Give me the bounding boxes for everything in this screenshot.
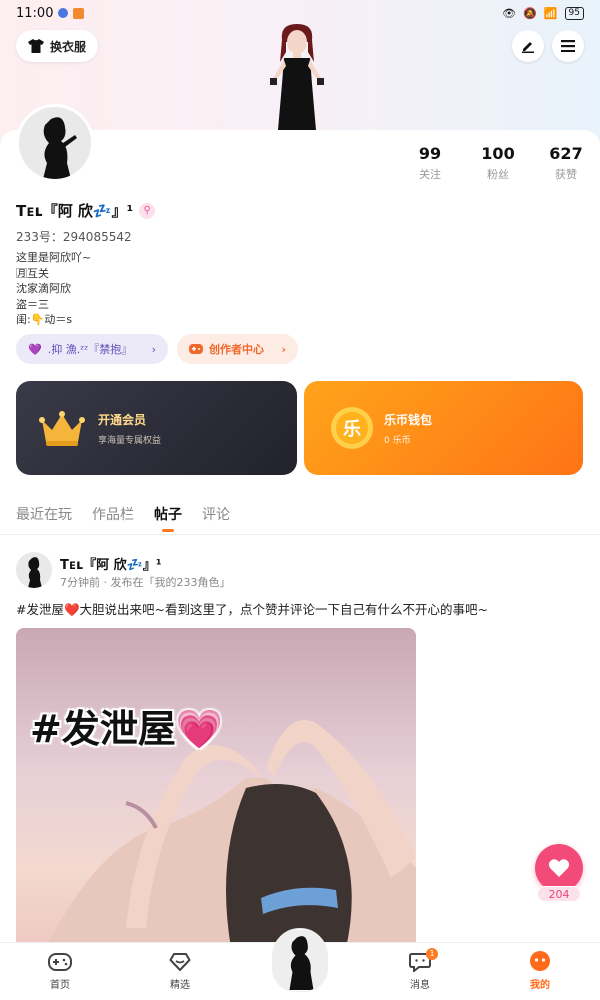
change-outfit-label: 换衣服 (50, 39, 87, 54)
post-image[interactable]: #发泄屋💗 (16, 628, 416, 948)
diamond-heart-icon (169, 953, 191, 971)
stat-following-label: 关注 (419, 168, 441, 181)
battery-icon: 95 (564, 6, 584, 20)
nav-me-label: 我的 (530, 980, 550, 991)
chevron-right-icon: › (281, 342, 286, 356)
wallet-subtitle: 0 乐币 (384, 435, 411, 446)
crown-icon (39, 411, 85, 446)
smile-face-icon (530, 951, 550, 971)
profile-uid: 233号：294085542 (16, 230, 132, 244)
app-notification-icon (58, 8, 69, 18)
edit-profile-button[interactable] (512, 30, 544, 62)
profile-bio: 这里是阿欣吖~ 🈷互关 沈家滴阿欣 盗＝三 闺:👇动＝s (16, 250, 91, 328)
tab-comments[interactable]: 评论 (202, 504, 230, 534)
nav-featured[interactable]: 精选 (120, 943, 240, 1000)
message-badge: 1 (426, 948, 438, 960)
search-badge-icon[interactable]: ⚲ (139, 202, 156, 219)
mute-icon: 🔕 (523, 6, 537, 20)
nav-messages[interactable]: 1 消息 (360, 943, 480, 1000)
creator-center-label: 创作者中心 (209, 343, 264, 356)
3d-avatar-figure (270, 24, 324, 130)
nav-home[interactable]: 首页 (0, 943, 120, 1000)
wallet-title: 乐币钱包 (384, 412, 433, 427)
menu-button[interactable] (552, 30, 584, 62)
eye-icon: 👁 (502, 6, 517, 20)
stat-followers-count: 100 (481, 144, 515, 163)
family-group-label: .抑 漁.ᶻᶻ『禁抱』 (47, 343, 133, 356)
creator-center-chip[interactable]: 创作者中心 › (177, 334, 298, 364)
bio-line: 这里是阿欣吖~ (16, 251, 92, 264)
vip-membership-card[interactable]: 开通会员 享海量专属权益 (16, 381, 297, 475)
like-count: 204 (537, 886, 581, 902)
family-group-chip[interactable]: 💜 .抑 漁.ᶻᶻ『禁抱』 › (16, 334, 168, 364)
nav-messages-label: 消息 (410, 980, 430, 991)
status-time: 11:00 (16, 5, 54, 21)
hands-heart-photo (46, 720, 416, 948)
nav-featured-label: 精选 (170, 980, 190, 991)
pen-icon (522, 42, 534, 53)
bio-line: 沈家滴阿欣 (16, 282, 71, 295)
chevron-right-icon: › (151, 342, 156, 356)
status-bar: 11:00 👁 🔕 📶 95 (0, 0, 600, 26)
profile-name: Tᴇʟ『阿 欣💤』¹ (16, 202, 134, 220)
shirt-icon (28, 39, 44, 53)
nav-home-label: 首页 (50, 980, 70, 991)
profile-tabs: 最近在玩 作品栏 帖子 评论 (16, 504, 230, 534)
tab-posts[interactable]: 帖子 (154, 504, 182, 534)
wifi-icon: 📶 (543, 6, 558, 20)
avatar-silhouette-icon (273, 930, 327, 990)
post-image-caption: #发泄屋💗 (30, 707, 224, 751)
heart-icon (548, 859, 570, 877)
gamepad-icon (48, 953, 72, 971)
stat-following[interactable]: 99 关注 (396, 144, 464, 182)
center-avatar-button[interactable] (272, 928, 328, 992)
post-meta: 7分钟前 · 发布在「我的233角色」 (60, 576, 231, 589)
post-text[interactable]: #发泄屋❤️大胆说出来吧~看到这里了，点个赞并评论一下自己有什么不开心的事吧~ (16, 599, 586, 618)
vip-title: 开通会员 (98, 412, 147, 427)
stat-followers-label: 粉丝 (487, 168, 509, 181)
avatar-silhouette-icon (16, 552, 52, 588)
profile-avatar[interactable] (16, 104, 94, 182)
bio-line: 盗＝三 (16, 297, 49, 311)
profile-name-row: Tᴇʟ『阿 欣💤』¹ ⚲ (16, 200, 156, 221)
video-notification-icon (73, 7, 85, 19)
like-button[interactable] (535, 844, 583, 892)
stat-followers[interactable]: 100 粉丝 (464, 144, 532, 182)
coin-glyph: 乐 (343, 419, 361, 440)
profile-stats: 99 关注 100 粉丝 627 获赞 (396, 144, 600, 182)
stat-likes-count: 627 (549, 144, 583, 163)
bio-line: 🈷互关 (16, 266, 49, 280)
change-outfit-button[interactable]: 换衣服 (16, 30, 99, 62)
avatar-silhouette-icon (19, 107, 91, 179)
post-author-avatar[interactable] (16, 552, 52, 588)
coin-wallet-card[interactable]: 乐 乐币钱包 0 乐币 (304, 381, 583, 475)
coin-icon: 乐 (331, 407, 373, 449)
stat-following-count: 99 (418, 144, 442, 163)
gamepad-icon (189, 344, 203, 354)
tab-recent[interactable]: 最近在玩 (16, 504, 72, 534)
stat-likes-label: 获赞 (555, 168, 577, 181)
hamburger-menu-icon (561, 40, 575, 52)
post-author-name[interactable]: Tᴇʟ『阿 欣💤』¹ (60, 554, 162, 573)
purple-heart-icon: 💜 (28, 342, 42, 356)
nav-me[interactable]: 我的 (480, 943, 600, 1000)
bio-line: 闺:👇动＝s (16, 313, 73, 326)
tabs-divider (0, 534, 600, 535)
tab-works[interactable]: 作品栏 (92, 504, 134, 534)
stat-likes[interactable]: 627 获赞 (532, 144, 600, 182)
vip-subtitle: 享海量专属权益 (98, 435, 162, 446)
